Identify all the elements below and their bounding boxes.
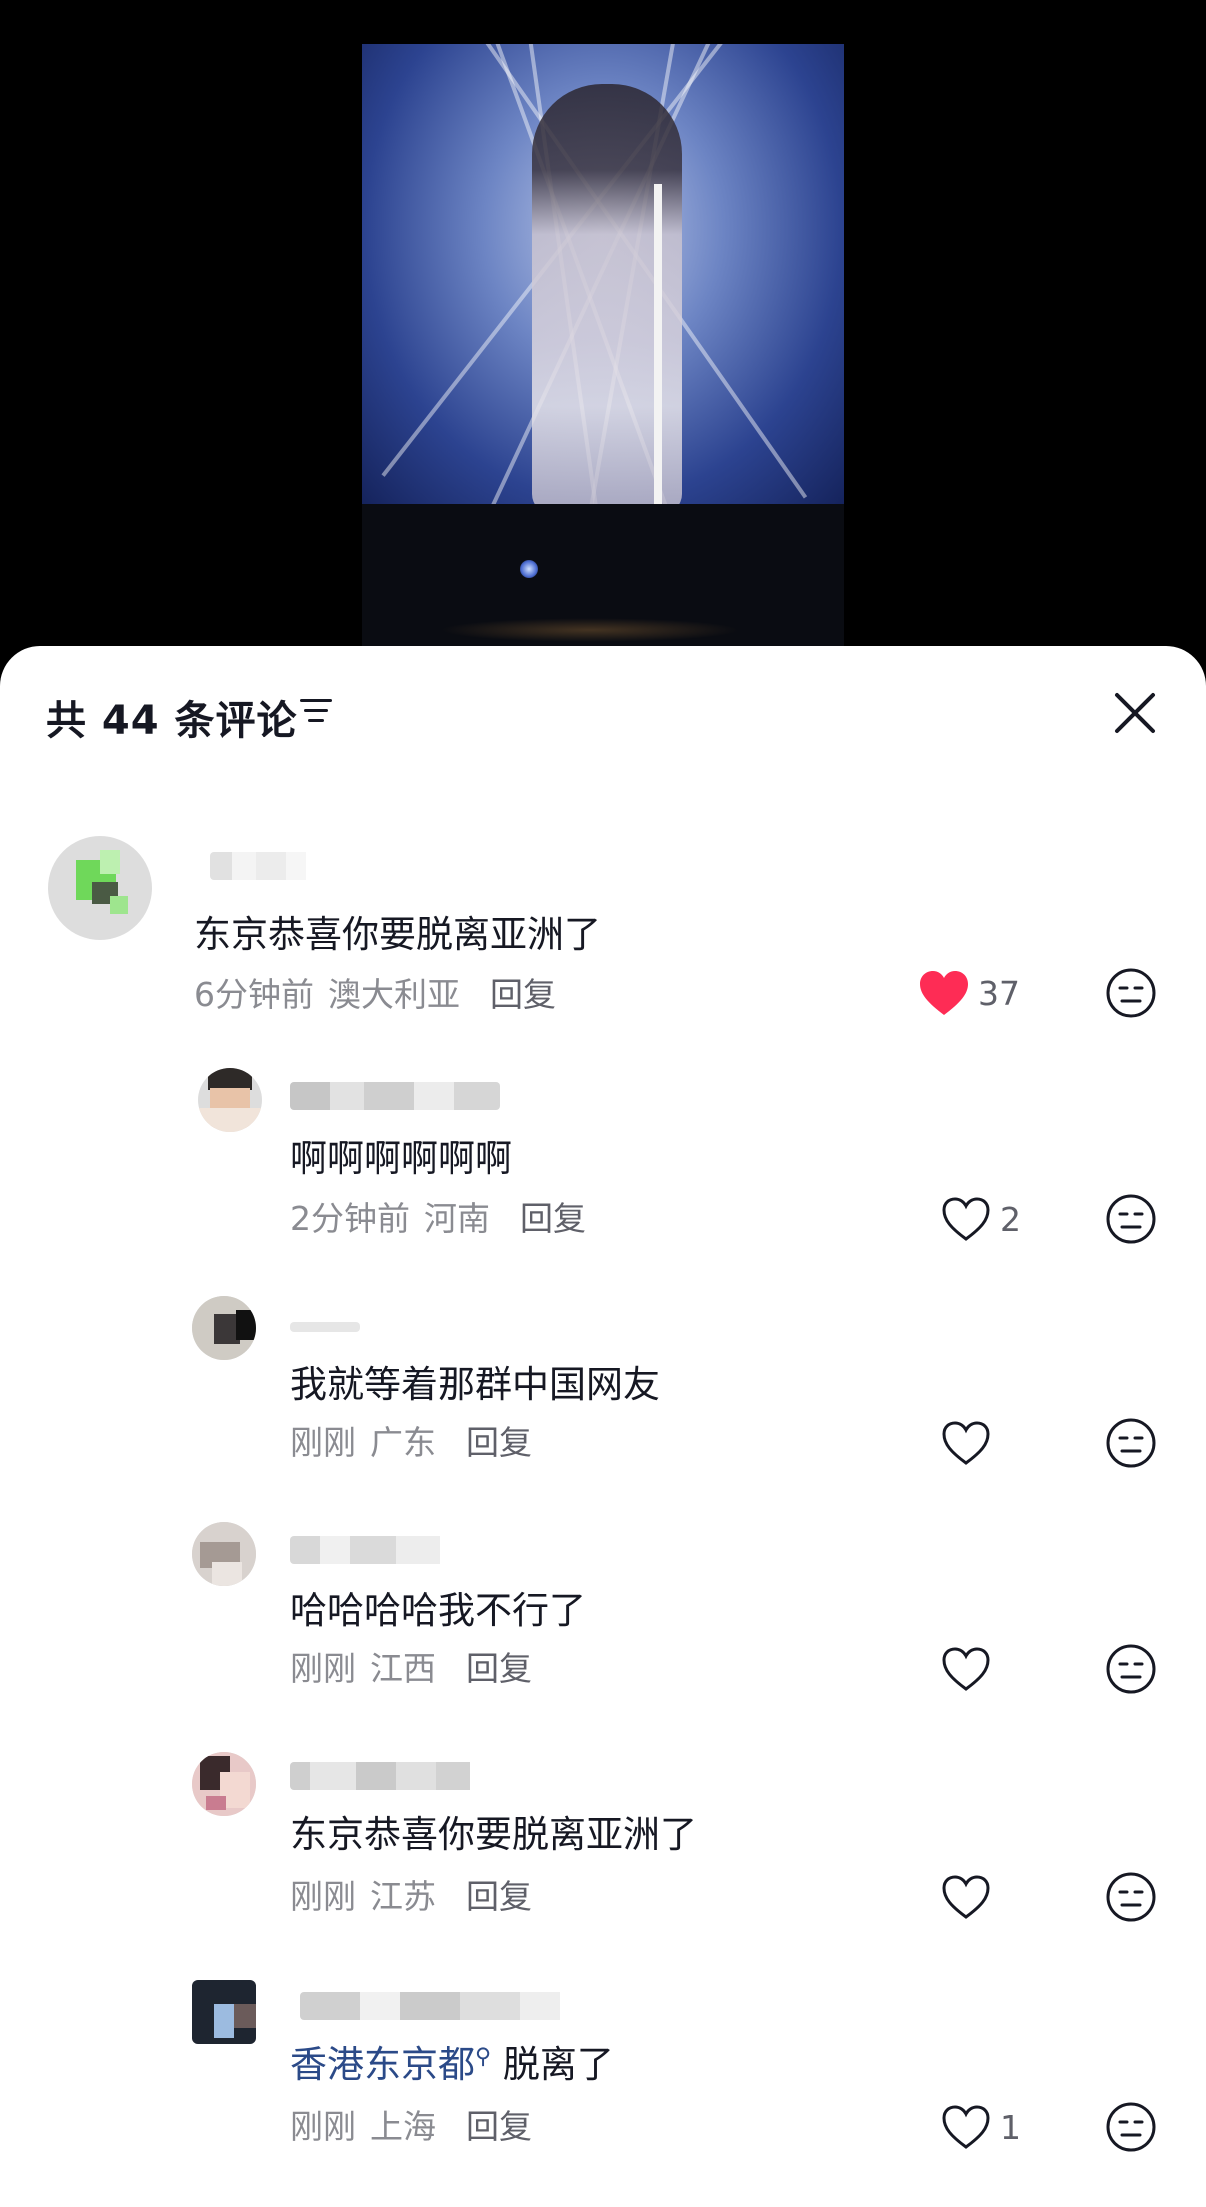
video-player[interactable] xyxy=(0,0,1206,700)
username-blurred[interactable] xyxy=(290,1762,490,1790)
like-button[interactable] xyxy=(940,1642,992,1696)
reply-button[interactable]: 回复 xyxy=(466,1649,532,1688)
reply-button[interactable]: 回复 xyxy=(466,1423,532,1462)
username-blurred[interactable] xyxy=(290,1322,360,1332)
avatar[interactable] xyxy=(48,836,152,940)
dislike-icon[interactable] xyxy=(1104,1642,1158,1696)
comment-count-title: 共 44 条评论 xyxy=(46,698,298,744)
heart-outline-icon xyxy=(942,2105,990,2149)
close-icon xyxy=(1115,693,1155,733)
dislike-icon[interactable] xyxy=(1104,1416,1158,1470)
close-button[interactable] xyxy=(1108,686,1162,740)
reply-button[interactable]: 回复 xyxy=(490,975,556,1014)
username-blurred[interactable] xyxy=(210,852,320,880)
reply-button[interactable]: 回复 xyxy=(466,1877,532,1916)
like-button[interactable] xyxy=(940,1870,992,1924)
comment-text: 啊啊啊啊啊啊 xyxy=(290,1137,512,1180)
comment-text-tail: 脱离了 xyxy=(491,2043,614,2086)
heart-outline-icon xyxy=(942,1875,990,1919)
comments-header: 共 44 条评论 xyxy=(0,646,1206,776)
username-blurred[interactable] xyxy=(290,1536,450,1564)
comment-location: 江西 xyxy=(370,1649,436,1688)
comment-location: 河南 xyxy=(424,1199,490,1238)
comment-meta: 刚刚 广东 回复 xyxy=(290,1416,532,1464)
comment-meta: 刚刚 江苏 回复 xyxy=(290,1870,532,1918)
comment-time: 刚刚 xyxy=(290,1649,356,1688)
comments-sheet: 共 44 条评论 东京恭喜你要脱离亚洲了 6分钟前 澳大利亚 回复 37 啊啊啊… xyxy=(0,646,1206,2207)
comment-time: 2分钟前 xyxy=(290,1199,410,1238)
comment-location: 澳大利亚 xyxy=(328,975,460,1014)
dislike-icon[interactable] xyxy=(1104,1870,1158,1924)
comment-time: 6分钟前 xyxy=(194,975,314,1014)
comment-text: 我就等着那群中国网友 xyxy=(290,1363,660,1406)
heart-outline-icon xyxy=(942,1421,990,1465)
username-blurred[interactable] xyxy=(300,1992,580,2020)
like-button[interactable]: 2 xyxy=(940,1192,1021,1246)
like-button[interactable]: 1 xyxy=(940,2100,1021,2154)
reply-button[interactable]: 回复 xyxy=(520,1199,586,1238)
stage-floor xyxy=(440,618,740,642)
avatar[interactable] xyxy=(192,1296,256,1360)
comment-meta: 6分钟前 澳大利亚 回复 xyxy=(194,968,556,1016)
comment-time: 刚刚 xyxy=(290,2107,356,2146)
search-icon[interactable]: ⚲ xyxy=(475,2045,491,2070)
heart-outline-icon xyxy=(942,1197,990,1241)
comment-text: 东京恭喜你要脱离亚洲了 xyxy=(194,913,601,956)
avatar[interactable] xyxy=(198,1068,262,1132)
comment-meta: 刚刚 江西 回复 xyxy=(290,1642,532,1690)
dislike-icon[interactable] xyxy=(1104,1192,1158,1246)
mic-stand xyxy=(654,184,662,504)
comment-text: 东京恭喜你要脱离亚洲了 xyxy=(290,1813,697,1856)
comment-meta: 2分钟前 河南 回复 xyxy=(290,1192,586,1240)
reply-button[interactable]: 回复 xyxy=(466,2107,532,2146)
avatar[interactable] xyxy=(192,1522,256,1586)
avatar[interactable] xyxy=(192,1980,256,2044)
like-button[interactable] xyxy=(940,1416,992,1470)
comment-location: 广东 xyxy=(370,1423,436,1462)
comment-text: 哈哈哈哈我不行了 xyxy=(290,1589,586,1632)
comment-time: 刚刚 xyxy=(290,1423,356,1462)
like-count: 37 xyxy=(978,973,1020,1013)
username-blurred[interactable] xyxy=(290,1082,500,1110)
like-button[interactable]: 37 xyxy=(918,966,1020,1020)
dislike-icon[interactable] xyxy=(1104,2100,1158,2154)
comment-location: 上海 xyxy=(370,2107,436,2146)
sort-filter-icon[interactable] xyxy=(300,696,334,726)
comment-location: 江苏 xyxy=(370,1877,436,1916)
video-frame xyxy=(362,44,844,504)
like-count: 1 xyxy=(1000,2107,1021,2147)
stage-light xyxy=(520,560,538,578)
avatar[interactable] xyxy=(192,1752,256,1816)
dislike-icon[interactable] xyxy=(1104,966,1158,1020)
heart-filled-icon xyxy=(920,971,968,1015)
like-count: 2 xyxy=(1000,1199,1021,1239)
comment-text: 香港东京都⚲ 脱离了 xyxy=(290,2034,614,2088)
comment-time: 刚刚 xyxy=(290,1877,356,1916)
heart-outline-icon xyxy=(942,1647,990,1691)
comment-meta: 刚刚 上海 回复 xyxy=(290,2100,532,2148)
mention-link[interactable]: 香港东京都 xyxy=(290,2043,475,2086)
